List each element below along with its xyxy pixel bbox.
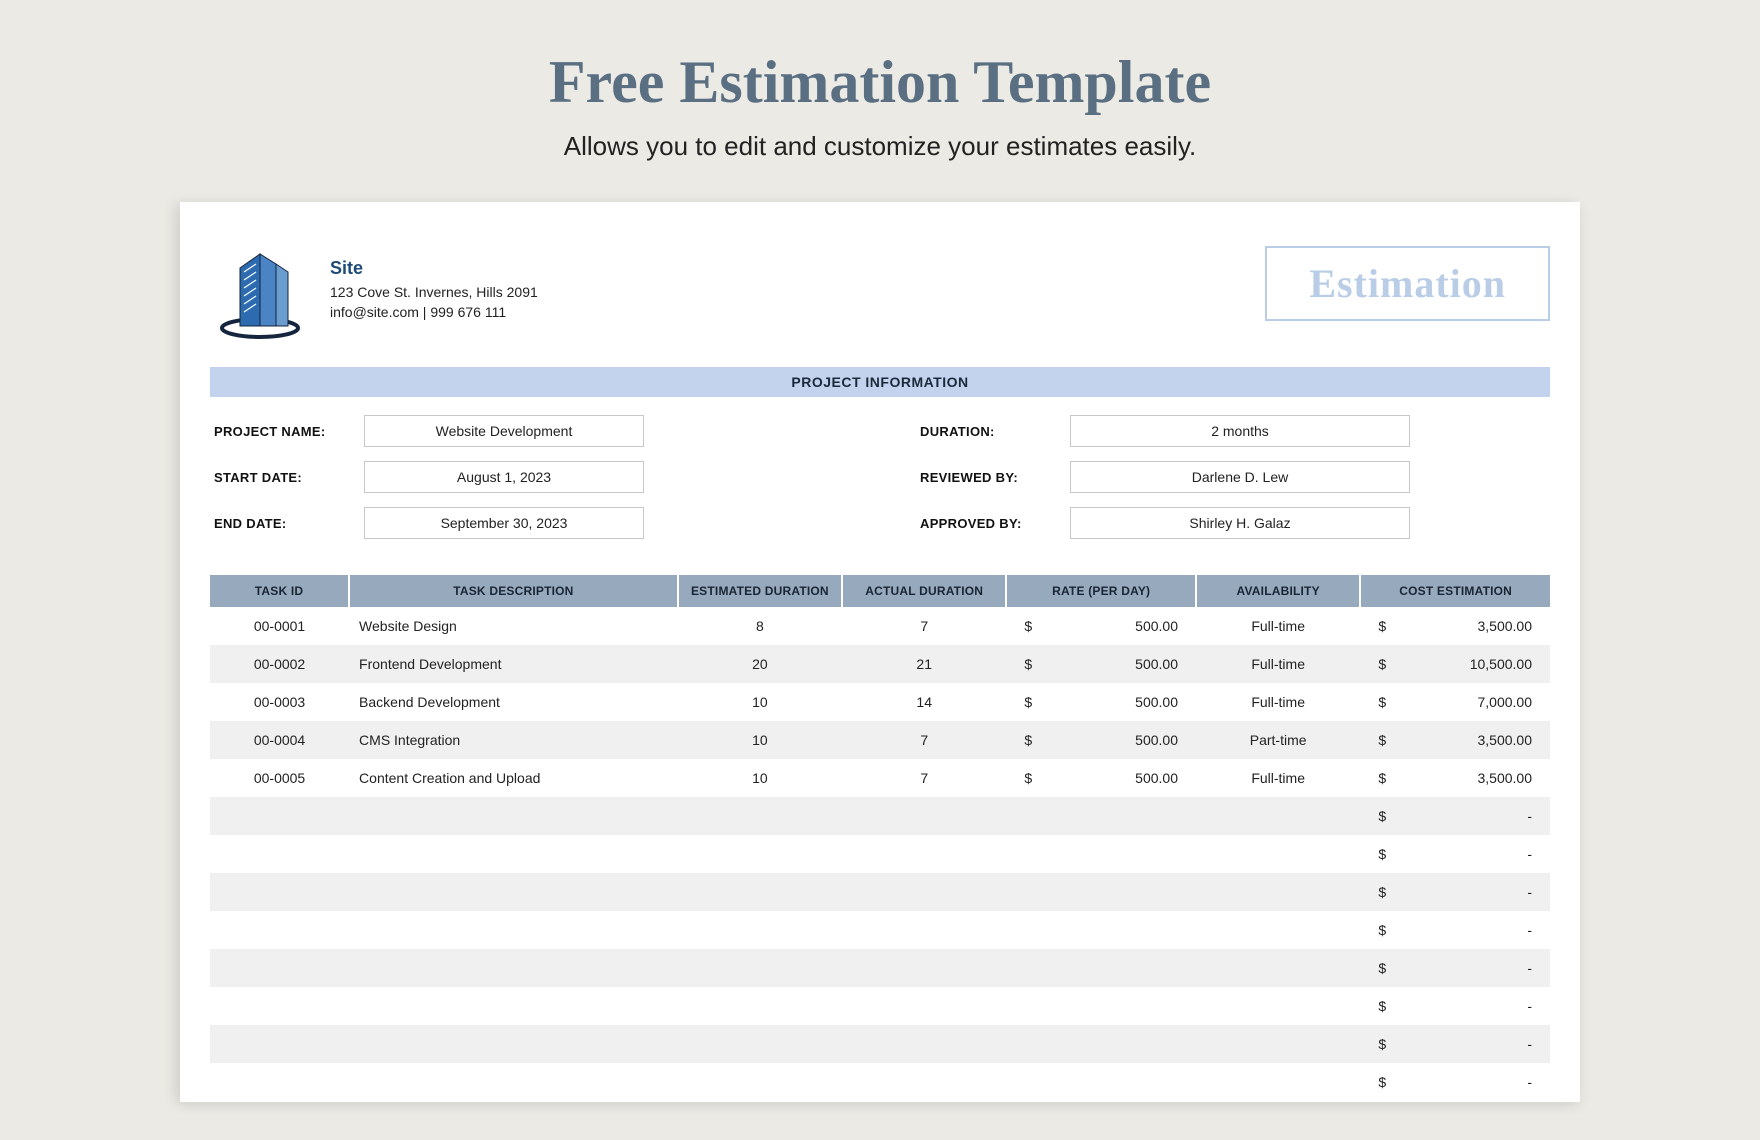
company-address: 123 Cove St. Invernes, Hills 2091 bbox=[330, 283, 1245, 303]
table-row-empty[interactable]: $- bbox=[210, 1025, 1550, 1063]
company-name: Site bbox=[330, 258, 1245, 279]
table-row[interactable]: 00-0003Backend Development1014$500.00Ful… bbox=[210, 683, 1550, 721]
cell-rate: $500.00 bbox=[1006, 607, 1196, 645]
building-icon bbox=[210, 240, 310, 345]
col-act-dur: ACTUAL DURATION bbox=[842, 575, 1006, 607]
cell-task-id: 00-0003 bbox=[210, 683, 349, 721]
table-row-empty[interactable]: $- bbox=[210, 1063, 1550, 1101]
cell-cost: $3,500.00 bbox=[1360, 759, 1550, 797]
cell-rate: $500.00 bbox=[1006, 645, 1196, 683]
cell-rate: $500.00 bbox=[1006, 759, 1196, 797]
cell-rate: $500.00 bbox=[1006, 683, 1196, 721]
table-row-empty[interactable]: $- bbox=[210, 797, 1550, 835]
table-row[interactable]: 00-0005Content Creation and Upload107$50… bbox=[210, 759, 1550, 797]
label-project-name: PROJECT NAME: bbox=[214, 424, 364, 439]
label-end-date: END DATE: bbox=[214, 516, 364, 531]
cell-avail: Full-time bbox=[1196, 759, 1360, 797]
cell-cost-empty: $- bbox=[1360, 987, 1550, 1025]
cell-act-dur: 7 bbox=[842, 607, 1006, 645]
cell-avail: Part-time bbox=[1196, 721, 1360, 759]
value-start-date[interactable]: August 1, 2023 bbox=[364, 461, 644, 493]
table-row-empty[interactable]: $- bbox=[210, 949, 1550, 987]
cell-cost: $7,000.00 bbox=[1360, 683, 1550, 721]
cell-task-desc: Backend Development bbox=[349, 683, 678, 721]
col-avail: AVAILABILITY bbox=[1196, 575, 1360, 607]
estimation-table: TASK ID TASK DESCRIPTION ESTIMATED DURAT… bbox=[210, 575, 1550, 1101]
section-header-project-info: PROJECT INFORMATION bbox=[210, 367, 1550, 397]
cell-task-desc: Website Design bbox=[349, 607, 678, 645]
estimation-sheet: Site 123 Cove St. Invernes, Hills 2091 i… bbox=[180, 202, 1580, 1102]
cell-avail: Full-time bbox=[1196, 683, 1360, 721]
value-reviewed-by[interactable]: Darlene D. Lew bbox=[1070, 461, 1410, 493]
cell-task-desc: CMS Integration bbox=[349, 721, 678, 759]
cell-cost: $3,500.00 bbox=[1360, 721, 1550, 759]
cell-task-id: 00-0004 bbox=[210, 721, 349, 759]
value-project-name[interactable]: Website Development bbox=[364, 415, 644, 447]
label-duration: DURATION: bbox=[920, 424, 1070, 439]
col-est-dur: ESTIMATED DURATION bbox=[678, 575, 842, 607]
cell-cost-empty: $- bbox=[1360, 1025, 1550, 1063]
company-contact: info@site.com | 999 676 111 bbox=[330, 303, 1245, 323]
cell-cost-empty: $- bbox=[1360, 873, 1550, 911]
cell-cost-empty: $- bbox=[1360, 797, 1550, 835]
cell-task-desc: Frontend Development bbox=[349, 645, 678, 683]
page-title: Free Estimation Template bbox=[0, 0, 1760, 117]
cell-task-id: 00-0001 bbox=[210, 607, 349, 645]
table-row-empty[interactable]: $- bbox=[210, 873, 1550, 911]
table-row-empty[interactable]: $- bbox=[210, 835, 1550, 873]
cell-est-dur: 10 bbox=[678, 759, 842, 797]
label-reviewed-by: REVIEWED BY: bbox=[920, 470, 1070, 485]
value-end-date[interactable]: September 30, 2023 bbox=[364, 507, 644, 539]
value-duration[interactable]: 2 months bbox=[1070, 415, 1410, 447]
table-row-empty[interactable]: $- bbox=[210, 911, 1550, 949]
label-approved-by: APPROVED BY: bbox=[920, 516, 1070, 531]
cell-task-id: 00-0005 bbox=[210, 759, 349, 797]
table-row[interactable]: 00-0002Frontend Development2021$500.00Fu… bbox=[210, 645, 1550, 683]
cell-est-dur: 10 bbox=[678, 683, 842, 721]
cell-avail: Full-time bbox=[1196, 645, 1360, 683]
col-cost: COST ESTIMATION bbox=[1360, 575, 1550, 607]
cell-act-dur: 14 bbox=[842, 683, 1006, 721]
cell-cost: $10,500.00 bbox=[1360, 645, 1550, 683]
cell-task-desc: Content Creation and Upload bbox=[349, 759, 678, 797]
cell-avail: Full-time bbox=[1196, 607, 1360, 645]
cell-cost-empty: $- bbox=[1360, 1063, 1550, 1101]
cell-est-dur: 10 bbox=[678, 721, 842, 759]
table-row[interactable]: 00-0001Website Design87$500.00Full-time$… bbox=[210, 607, 1550, 645]
col-rate: RATE (PER DAY) bbox=[1006, 575, 1196, 607]
cell-est-dur: 20 bbox=[678, 645, 842, 683]
estimation-badge: Estimation bbox=[1265, 246, 1550, 321]
table-row[interactable]: 00-0004CMS Integration107$500.00Part-tim… bbox=[210, 721, 1550, 759]
cell-cost-empty: $- bbox=[1360, 835, 1550, 873]
cell-cost-empty: $- bbox=[1360, 911, 1550, 949]
cell-est-dur: 8 bbox=[678, 607, 842, 645]
table-row-empty[interactable]: $- bbox=[210, 987, 1550, 1025]
col-task-desc: TASK DESCRIPTION bbox=[349, 575, 678, 607]
cell-act-dur: 7 bbox=[842, 759, 1006, 797]
cell-act-dur: 21 bbox=[842, 645, 1006, 683]
value-approved-by[interactable]: Shirley H. Galaz bbox=[1070, 507, 1410, 539]
cell-task-id: 00-0002 bbox=[210, 645, 349, 683]
cell-act-dur: 7 bbox=[842, 721, 1006, 759]
cell-rate: $500.00 bbox=[1006, 721, 1196, 759]
label-start-date: START DATE: bbox=[214, 470, 364, 485]
col-task-id: TASK ID bbox=[210, 575, 349, 607]
cell-cost-empty: $- bbox=[1360, 949, 1550, 987]
page-subtitle: Allows you to edit and customize your es… bbox=[0, 131, 1760, 162]
cell-cost: $3,500.00 bbox=[1360, 607, 1550, 645]
